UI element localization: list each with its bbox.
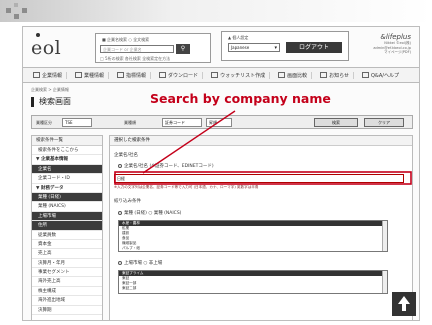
- nav-icon: [320, 72, 328, 78]
- site-logo[interactable]: eol: [31, 33, 61, 59]
- main-nav: 企業情報 業種情報 指標情報 ダウンロード ウォッチリスト作成 画面比較 お知ら…: [23, 67, 419, 83]
- sidebar-item[interactable]: 株主構成: [32, 287, 102, 297]
- radio-market[interactable]: 上場市場 ○ 非上場: [118, 260, 162, 266]
- sidebar-item[interactable]: 業種 (NAICS): [32, 202, 102, 212]
- sidebar-item[interactable]: 売上高: [32, 249, 102, 259]
- search-extra-options[interactable]: □ 5桁の検索 各社検索 全検索定在方法: [100, 56, 170, 62]
- scroll-top-button[interactable]: [392, 292, 416, 316]
- section-company-name: 企業名/社名: [114, 153, 139, 158]
- sidebar-item[interactable]: 海外進出地域: [32, 296, 102, 306]
- sidebar-item[interactable]: 業種 (日経): [32, 192, 102, 203]
- listbox-scrollbar[interactable]: [382, 271, 387, 293]
- screenshot-frame: eol ■ 企業名検索 ○ 全文検索 企業コード or 企業名 ⚲ □ 5桁の検…: [22, 26, 420, 321]
- sort-select[interactable]: 証券コード: [162, 118, 202, 127]
- market-select[interactable]: TSE: [62, 118, 92, 127]
- logout-button[interactable]: ログアウト: [286, 42, 342, 53]
- nav-item-download[interactable]: ダウンロード: [155, 71, 204, 79]
- industry-listbox[interactable]: 水産・農林 鉱業 建設 食品 繊維製品 パルプ・紙: [118, 220, 388, 252]
- list-option[interactable]: パルプ・紙: [119, 246, 387, 251]
- sidebar-item[interactable]: 企業コード・ID: [32, 174, 102, 184]
- brand-block: &lifeplus Nikkei ©eol(株) admin@ef.kbeol.…: [353, 33, 411, 55]
- decor-square: [6, 8, 11, 13]
- nav-item-indicators[interactable]: 指標情報: [113, 71, 152, 79]
- sort-label: 業種順: [124, 120, 136, 125]
- decor-square: [14, 14, 19, 19]
- radio-icon: [118, 210, 122, 215]
- sidebar-item[interactable]: 住所: [32, 221, 102, 231]
- sidebar-item[interactable]: 資本金: [32, 240, 102, 250]
- sidebar-item[interactable]: 検索条件をここから: [32, 146, 102, 156]
- sidebar-header: 検索条件一覧: [32, 136, 102, 146]
- annotation-label: Search by company name: [150, 91, 331, 106]
- language-select[interactable]: Japanese ▾: [228, 43, 280, 52]
- radio-icon: [118, 163, 122, 168]
- arrow-up-icon-stem: [402, 303, 406, 311]
- nav-icon: [117, 72, 125, 78]
- sidebar-item[interactable]: 海外売上高: [32, 277, 102, 287]
- help-icon: [362, 72, 369, 78]
- chevron-down-icon: ▾: [274, 45, 277, 51]
- header-search-box: ■ 企業名検索 ○ 全文検索 企業コード or 企業名 ⚲ □ 5桁の検索 各社…: [95, 33, 211, 63]
- decor-square: [22, 8, 27, 13]
- download-icon: [159, 72, 167, 78]
- sidebar-item[interactable]: 事業セグメント: [32, 268, 102, 278]
- nav-item-industry[interactable]: 業種情報: [71, 71, 110, 79]
- sidebar-item[interactable]: ▼ 財務データ: [32, 184, 102, 193]
- nav-item-help[interactable]: Q&A/ヘルプ: [358, 72, 403, 79]
- panel-header: 選択した検索条件: [110, 136, 412, 146]
- sidebar-item[interactable]: 企業名: [32, 164, 102, 175]
- condition-sidebar: 検索条件一覧 検索条件をここから ▼ 企業基本情報 企業名 企業コード・ID ▼ 財務デ…: [31, 135, 103, 320]
- sidebar-list: 検索条件をここから ▼ 企業基本情報 企業名 企業コード・ID ▼ 財務データ 業種 (日…: [32, 146, 102, 316]
- market-label: 業種区分: [36, 120, 52, 125]
- radio-icon: [118, 260, 122, 265]
- search-input[interactable]: 企業コード or 企業名: [100, 45, 174, 53]
- sidebar-item[interactable]: 上場市場: [32, 211, 102, 222]
- filter-bar: 業種区分 TSE 業種順 証券コード 昇順 検索 クリア: [31, 115, 413, 129]
- list-option[interactable]: 東証二部: [119, 286, 387, 291]
- top-banner: [0, 0, 432, 22]
- nav-item-compare[interactable]: 画面比較: [274, 71, 313, 79]
- radio-industry[interactable]: 業種 (日経) ○ 業種 (NAICS): [118, 210, 181, 216]
- nav-icon: [75, 72, 83, 78]
- sidebar-item[interactable]: 決算期: [32, 306, 102, 316]
- brand-name: &lifeplus: [380, 33, 411, 41]
- company-name-input[interactable]: 日経: [114, 174, 404, 183]
- sidebar-item[interactable]: ▼ 企業基本情報: [32, 155, 102, 165]
- condition-panel: 選択した検索条件 企業名/社名 企業名/社名 (※証券コード、EDINETコード…: [109, 135, 413, 320]
- decor-square: [14, 3, 18, 7]
- nav-icon: [211, 72, 219, 78]
- radio-company-name[interactable]: 企業名/社名 (※証券コード、EDINETコード): [118, 163, 214, 169]
- nav-item-watchlist[interactable]: ウォッチリスト作成: [207, 71, 271, 79]
- sidebar-item[interactable]: 従業員数: [32, 231, 102, 240]
- search-button[interactable]: 検索: [314, 118, 358, 127]
- input-note: ※入力の文字列は企業名、証券コード等で入力可 (日本語、カナ、ローマ字) 英数字…: [114, 185, 259, 189]
- listbox-scrollbar[interactable]: [382, 221, 387, 251]
- sidebar-item[interactable]: 決算月・年月: [32, 259, 102, 269]
- account-panel: ▲ 個人設定 Japanese ▾ ログアウト: [221, 31, 349, 61]
- market-listbox[interactable]: 東証プライム 東証 東証一部 東証二部: [118, 270, 388, 294]
- nav-item-news[interactable]: お知らせ: [316, 71, 354, 79]
- search-mode-options[interactable]: ■ 企業名検索 ○ 全文検索: [102, 37, 149, 43]
- search-icon[interactable]: ⚲: [176, 44, 190, 54]
- nav-item-company[interactable]: 企業情報: [29, 71, 68, 79]
- section-filters: 絞り込み条件: [114, 199, 141, 204]
- order-select[interactable]: 昇順: [206, 118, 232, 127]
- brand-sub: Nikkei ©eol(株) admin@ef.kbeol.co.jp マイペー…: [373, 41, 411, 54]
- nav-icon: [33, 72, 40, 78]
- page-title: 検索画面: [31, 97, 71, 107]
- account-settings-label[interactable]: ▲ 個人設定: [228, 35, 248, 41]
- clear-button[interactable]: クリア: [364, 118, 404, 127]
- breadcrumb[interactable]: 企業検索 > 企業情報: [31, 87, 69, 93]
- nav-icon: [278, 72, 286, 78]
